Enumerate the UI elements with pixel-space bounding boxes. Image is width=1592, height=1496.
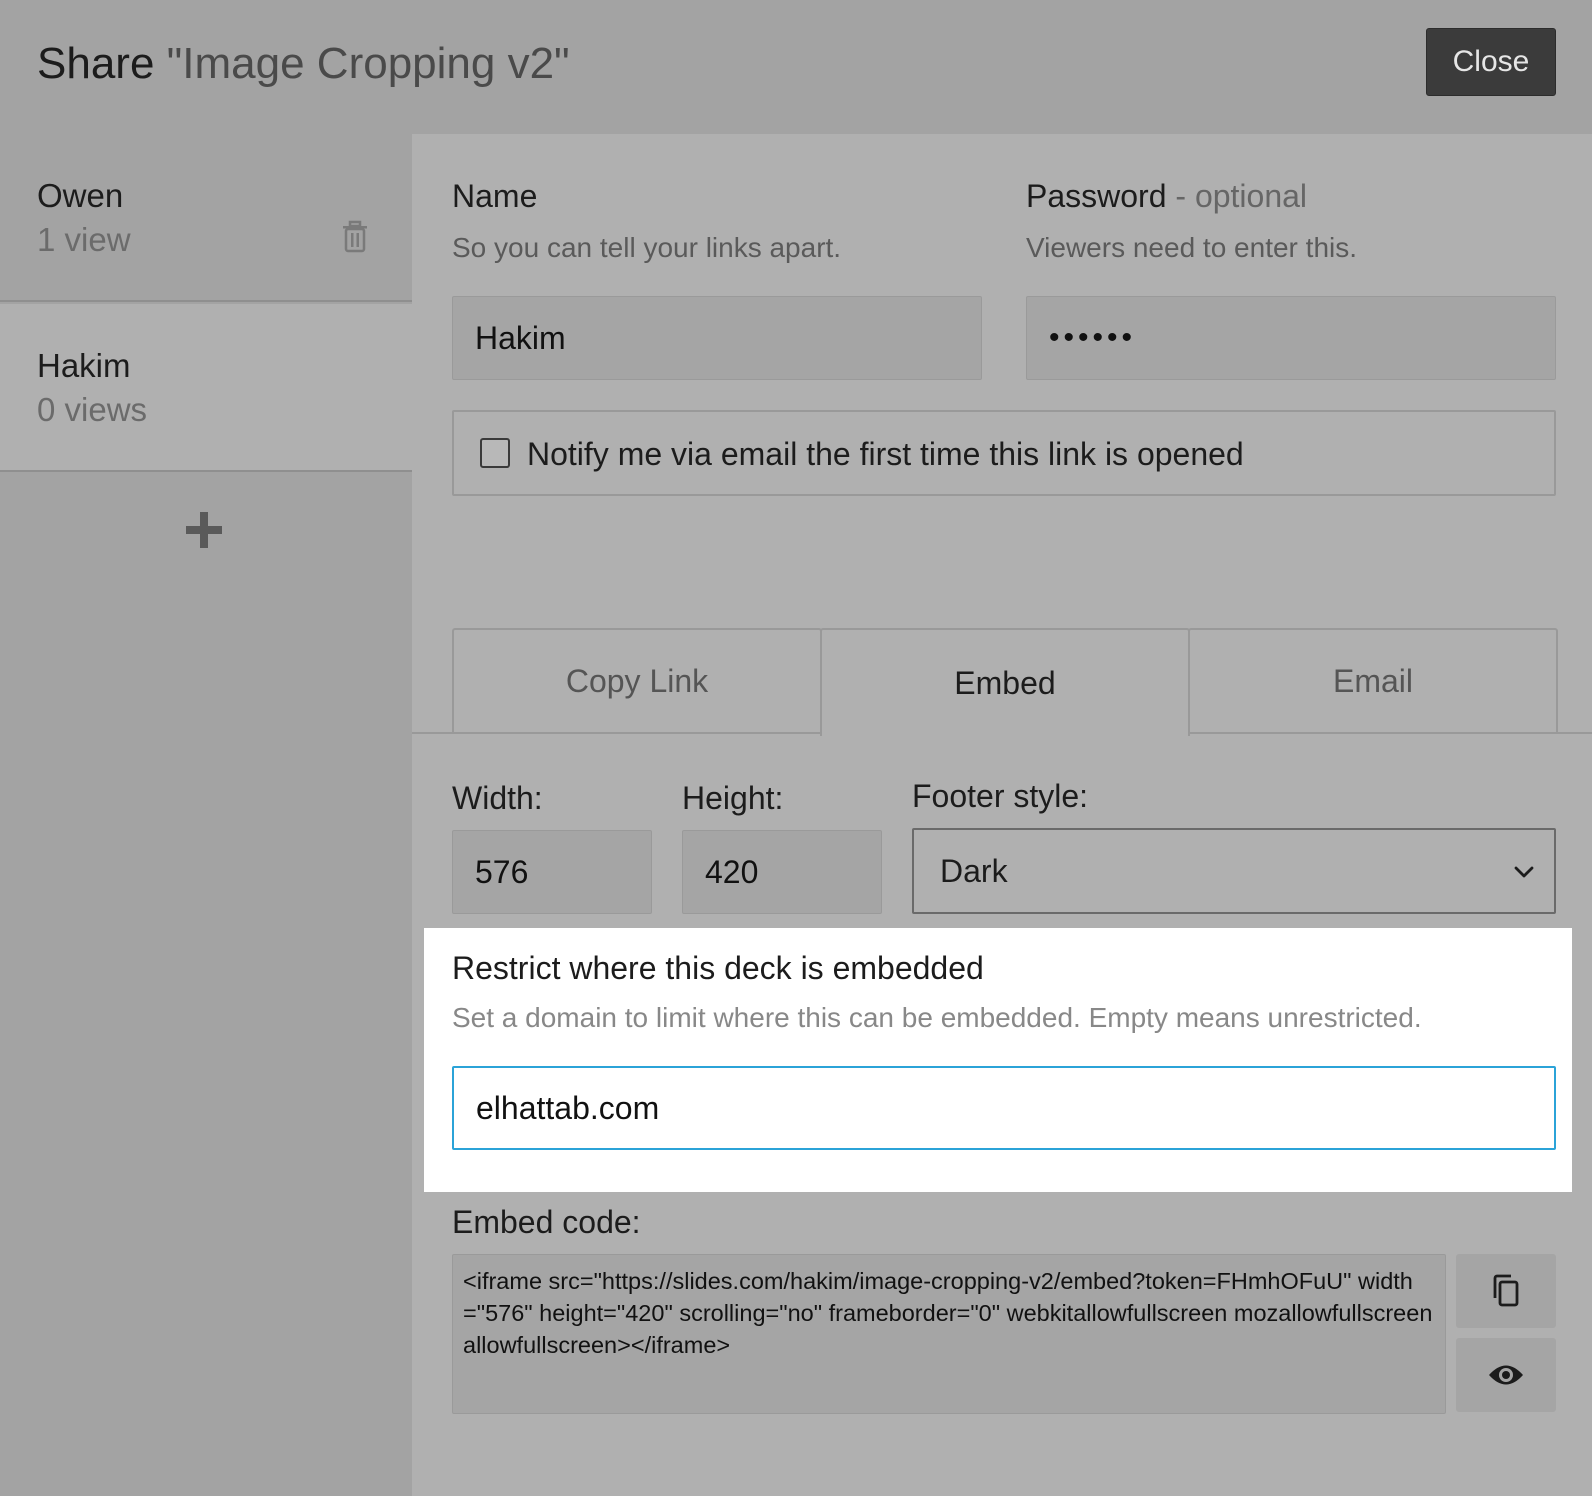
height-input[interactable]: 420 — [682, 830, 882, 914]
deck-title: "Image Cropping v2" — [166, 39, 570, 88]
links-sidebar: Owen 1 view Hakim 0 views — [0, 134, 412, 1496]
password-input[interactable]: •••••• — [1026, 296, 1556, 380]
password-label-text: Password — [1026, 178, 1167, 214]
tab-email[interactable]: Email — [1188, 628, 1558, 734]
notify-option[interactable]: Notify me via email the first time this … — [452, 410, 1556, 496]
width-label: Width: — [452, 780, 543, 816]
link-views: 0 views — [37, 391, 148, 428]
name-input[interactable]: Hakim — [452, 296, 982, 380]
domain-input[interactable]: elhattab.com — [452, 1066, 1556, 1150]
notify-checkbox[interactable] — [480, 438, 510, 468]
link-name: Hakim — [37, 347, 131, 384]
name-label: Name — [452, 178, 538, 214]
plus-icon[interactable] — [182, 508, 226, 552]
sidebar-item-hakim[interactable]: Hakim 0 views — [0, 304, 412, 472]
restrict-domain-section: Restrict where this deck is embedded Set… — [424, 928, 1572, 1192]
preview-button[interactable] — [1456, 1338, 1556, 1412]
restrict-hint: Set a domain to limit where this can be … — [452, 1002, 1422, 1033]
close-button[interactable]: Close — [1426, 28, 1556, 96]
footer-style-select[interactable]: Dark — [912, 828, 1556, 914]
link-name: Owen — [37, 177, 124, 214]
link-views: 1 view — [37, 221, 131, 258]
tab-embed[interactable]: Embed — [820, 628, 1190, 736]
tab-copy-link[interactable]: Copy Link — [452, 628, 822, 734]
modal-title: Share "Image Cropping v2" — [37, 36, 570, 92]
password-optional: - optional — [1175, 178, 1308, 214]
share-label: Share — [37, 39, 155, 88]
sidebar-item-owen[interactable]: Owen 1 view — [0, 134, 412, 302]
height-label: Height: — [682, 780, 784, 816]
embed-code-label: Embed code: — [452, 1204, 641, 1240]
name-hint: So you can tell your links apart. — [452, 232, 842, 263]
width-input[interactable]: 576 — [452, 830, 652, 914]
trash-icon[interactable] — [340, 220, 370, 254]
modal-header: Share "Image Cropping v2" Close — [0, 0, 1592, 134]
eye-icon — [1489, 1365, 1523, 1385]
copy-button[interactable] — [1456, 1254, 1556, 1328]
password-hint: Viewers need to enter this. — [1026, 232, 1358, 263]
password-label: Password - optional — [1026, 176, 1307, 216]
chevron-down-icon — [1514, 866, 1534, 878]
embed-code-textarea[interactable]: <iframe src="https://slides.com/hakim/im… — [452, 1254, 1446, 1414]
restrict-title: Restrict where this deck is embedded — [452, 950, 984, 986]
notify-label: Notify me via email the first time this … — [527, 436, 1244, 472]
footer-style-label: Footer style: — [912, 778, 1089, 814]
footer-style-value: Dark — [940, 853, 1008, 889]
copy-icon — [1493, 1274, 1519, 1307]
